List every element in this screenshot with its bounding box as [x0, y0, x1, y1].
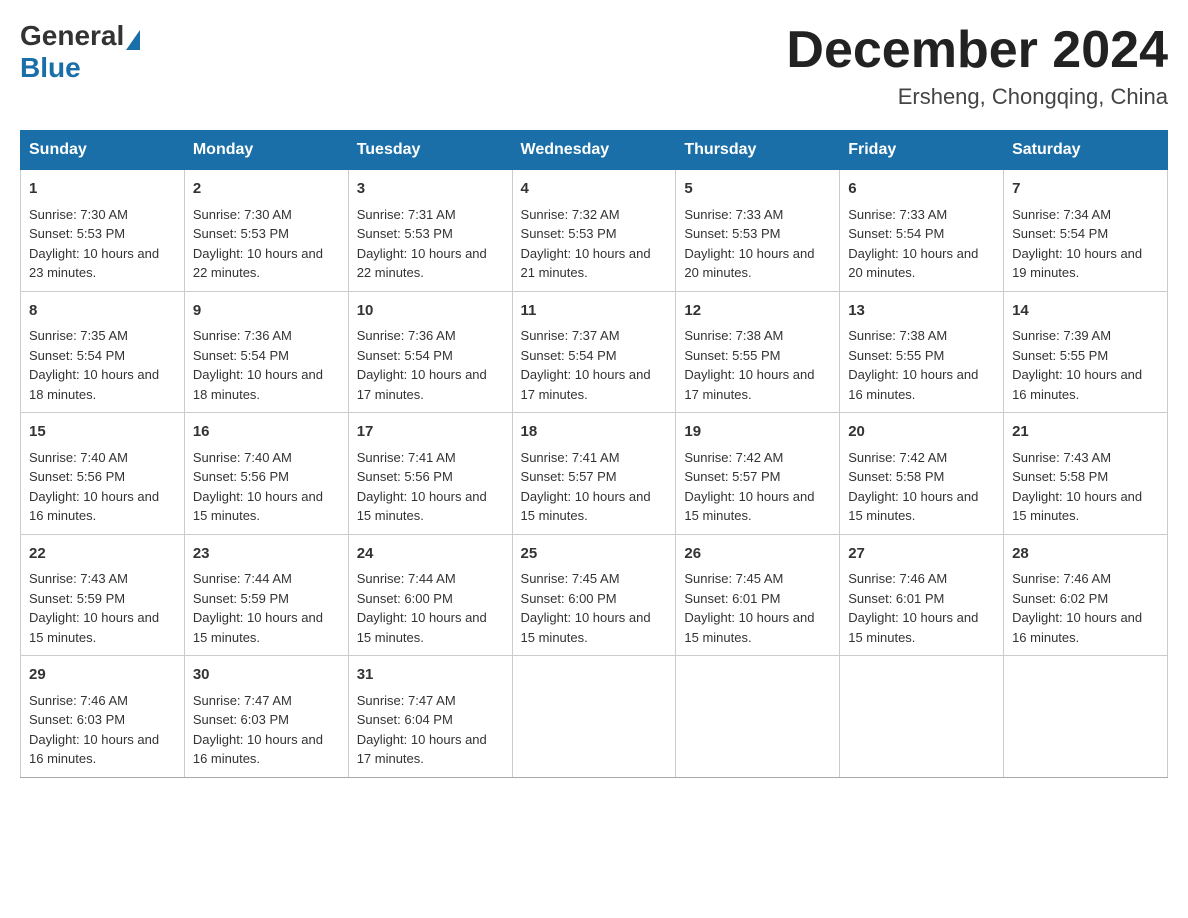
calendar-week-row: 29Sunrise: 7:46 AMSunset: 6:03 PMDayligh…	[21, 656, 1168, 778]
calendar-cell: 5Sunrise: 7:33 AMSunset: 5:53 PMDaylight…	[676, 170, 840, 292]
calendar-cell: 20Sunrise: 7:42 AMSunset: 5:58 PMDayligh…	[840, 413, 1004, 535]
day-number: 2	[193, 178, 340, 201]
calendar-cell: 17Sunrise: 7:41 AMSunset: 5:56 PMDayligh…	[348, 413, 512, 535]
calendar-cell: 11Sunrise: 7:37 AMSunset: 5:54 PMDayligh…	[512, 291, 676, 413]
calendar-header-wednesday: Wednesday	[512, 131, 676, 170]
calendar-cell: 29Sunrise: 7:46 AMSunset: 6:03 PMDayligh…	[21, 656, 185, 778]
day-number: 15	[29, 421, 176, 444]
day-number: 20	[848, 421, 995, 444]
title-block: December 2024 Ersheng, Chongqing, China	[786, 20, 1168, 110]
day-number: 23	[193, 543, 340, 566]
calendar-cell: 10Sunrise: 7:36 AMSunset: 5:54 PMDayligh…	[348, 291, 512, 413]
day-number: 14	[1012, 300, 1159, 323]
calendar-cell: 31Sunrise: 7:47 AMSunset: 6:04 PMDayligh…	[348, 656, 512, 778]
calendar-cell: 3Sunrise: 7:31 AMSunset: 5:53 PMDaylight…	[348, 170, 512, 292]
day-number: 13	[848, 300, 995, 323]
logo-arrow-icon	[126, 30, 140, 50]
day-number: 26	[684, 543, 831, 566]
calendar-cell: 1Sunrise: 7:30 AMSunset: 5:53 PMDaylight…	[21, 170, 185, 292]
day-number: 19	[684, 421, 831, 444]
calendar-week-row: 15Sunrise: 7:40 AMSunset: 5:56 PMDayligh…	[21, 413, 1168, 535]
day-number: 10	[357, 300, 504, 323]
day-number: 28	[1012, 543, 1159, 566]
day-number: 29	[29, 664, 176, 687]
calendar-cell: 25Sunrise: 7:45 AMSunset: 6:00 PMDayligh…	[512, 534, 676, 656]
day-number: 4	[521, 178, 668, 201]
day-number: 6	[848, 178, 995, 201]
day-number: 7	[1012, 178, 1159, 201]
day-number: 22	[29, 543, 176, 566]
calendar-cell: 14Sunrise: 7:39 AMSunset: 5:55 PMDayligh…	[1004, 291, 1168, 413]
day-number: 1	[29, 178, 176, 201]
calendar-cell: 28Sunrise: 7:46 AMSunset: 6:02 PMDayligh…	[1004, 534, 1168, 656]
calendar-cell: 6Sunrise: 7:33 AMSunset: 5:54 PMDaylight…	[840, 170, 1004, 292]
day-number: 31	[357, 664, 504, 687]
day-number: 5	[684, 178, 831, 201]
calendar-cell: 18Sunrise: 7:41 AMSunset: 5:57 PMDayligh…	[512, 413, 676, 535]
calendar-cell: 13Sunrise: 7:38 AMSunset: 5:55 PMDayligh…	[840, 291, 1004, 413]
day-number: 27	[848, 543, 995, 566]
calendar-cell: 27Sunrise: 7:46 AMSunset: 6:01 PMDayligh…	[840, 534, 1004, 656]
day-number: 16	[193, 421, 340, 444]
day-number: 24	[357, 543, 504, 566]
month-year-title: December 2024	[786, 20, 1168, 80]
calendar-cell: 21Sunrise: 7:43 AMSunset: 5:58 PMDayligh…	[1004, 413, 1168, 535]
calendar-header-tuesday: Tuesday	[348, 131, 512, 170]
location-subtitle: Ersheng, Chongqing, China	[786, 84, 1168, 110]
calendar-cell: 19Sunrise: 7:42 AMSunset: 5:57 PMDayligh…	[676, 413, 840, 535]
calendar-cell: 9Sunrise: 7:36 AMSunset: 5:54 PMDaylight…	[184, 291, 348, 413]
logo-general-text: General	[20, 20, 124, 52]
day-number: 12	[684, 300, 831, 323]
calendar-header-friday: Friday	[840, 131, 1004, 170]
calendar-week-row: 22Sunrise: 7:43 AMSunset: 5:59 PMDayligh…	[21, 534, 1168, 656]
calendar-cell	[1004, 656, 1168, 778]
day-number: 9	[193, 300, 340, 323]
calendar-week-row: 1Sunrise: 7:30 AMSunset: 5:53 PMDaylight…	[21, 170, 1168, 292]
calendar-cell	[512, 656, 676, 778]
calendar-cell: 24Sunrise: 7:44 AMSunset: 6:00 PMDayligh…	[348, 534, 512, 656]
calendar-header-saturday: Saturday	[1004, 131, 1168, 170]
calendar-cell: 2Sunrise: 7:30 AMSunset: 5:53 PMDaylight…	[184, 170, 348, 292]
calendar-cell: 26Sunrise: 7:45 AMSunset: 6:01 PMDayligh…	[676, 534, 840, 656]
calendar-cell: 8Sunrise: 7:35 AMSunset: 5:54 PMDaylight…	[21, 291, 185, 413]
day-number: 3	[357, 178, 504, 201]
calendar-header-row: SundayMondayTuesdayWednesdayThursdayFrid…	[21, 131, 1168, 170]
day-number: 21	[1012, 421, 1159, 444]
calendar-header-sunday: Sunday	[21, 131, 185, 170]
calendar-header-thursday: Thursday	[676, 131, 840, 170]
day-number: 11	[521, 300, 668, 323]
calendar-table: SundayMondayTuesdayWednesdayThursdayFrid…	[20, 130, 1168, 778]
calendar-cell: 16Sunrise: 7:40 AMSunset: 5:56 PMDayligh…	[184, 413, 348, 535]
calendar-header-monday: Monday	[184, 131, 348, 170]
calendar-cell: 15Sunrise: 7:40 AMSunset: 5:56 PMDayligh…	[21, 413, 185, 535]
logo-blue-text: Blue	[20, 52, 81, 84]
calendar-cell: 12Sunrise: 7:38 AMSunset: 5:55 PMDayligh…	[676, 291, 840, 413]
calendar-cell: 4Sunrise: 7:32 AMSunset: 5:53 PMDaylight…	[512, 170, 676, 292]
calendar-cell	[676, 656, 840, 778]
calendar-cell: 30Sunrise: 7:47 AMSunset: 6:03 PMDayligh…	[184, 656, 348, 778]
day-number: 30	[193, 664, 340, 687]
calendar-week-row: 8Sunrise: 7:35 AMSunset: 5:54 PMDaylight…	[21, 291, 1168, 413]
calendar-cell: 22Sunrise: 7:43 AMSunset: 5:59 PMDayligh…	[21, 534, 185, 656]
day-number: 17	[357, 421, 504, 444]
day-number: 8	[29, 300, 176, 323]
calendar-cell: 7Sunrise: 7:34 AMSunset: 5:54 PMDaylight…	[1004, 170, 1168, 292]
day-number: 18	[521, 421, 668, 444]
day-number: 25	[521, 543, 668, 566]
calendar-cell	[840, 656, 1004, 778]
calendar-cell: 23Sunrise: 7:44 AMSunset: 5:59 PMDayligh…	[184, 534, 348, 656]
logo: General Blue	[20, 20, 142, 84]
page-header: General Blue December 2024 Ersheng, Chon…	[20, 20, 1168, 110]
